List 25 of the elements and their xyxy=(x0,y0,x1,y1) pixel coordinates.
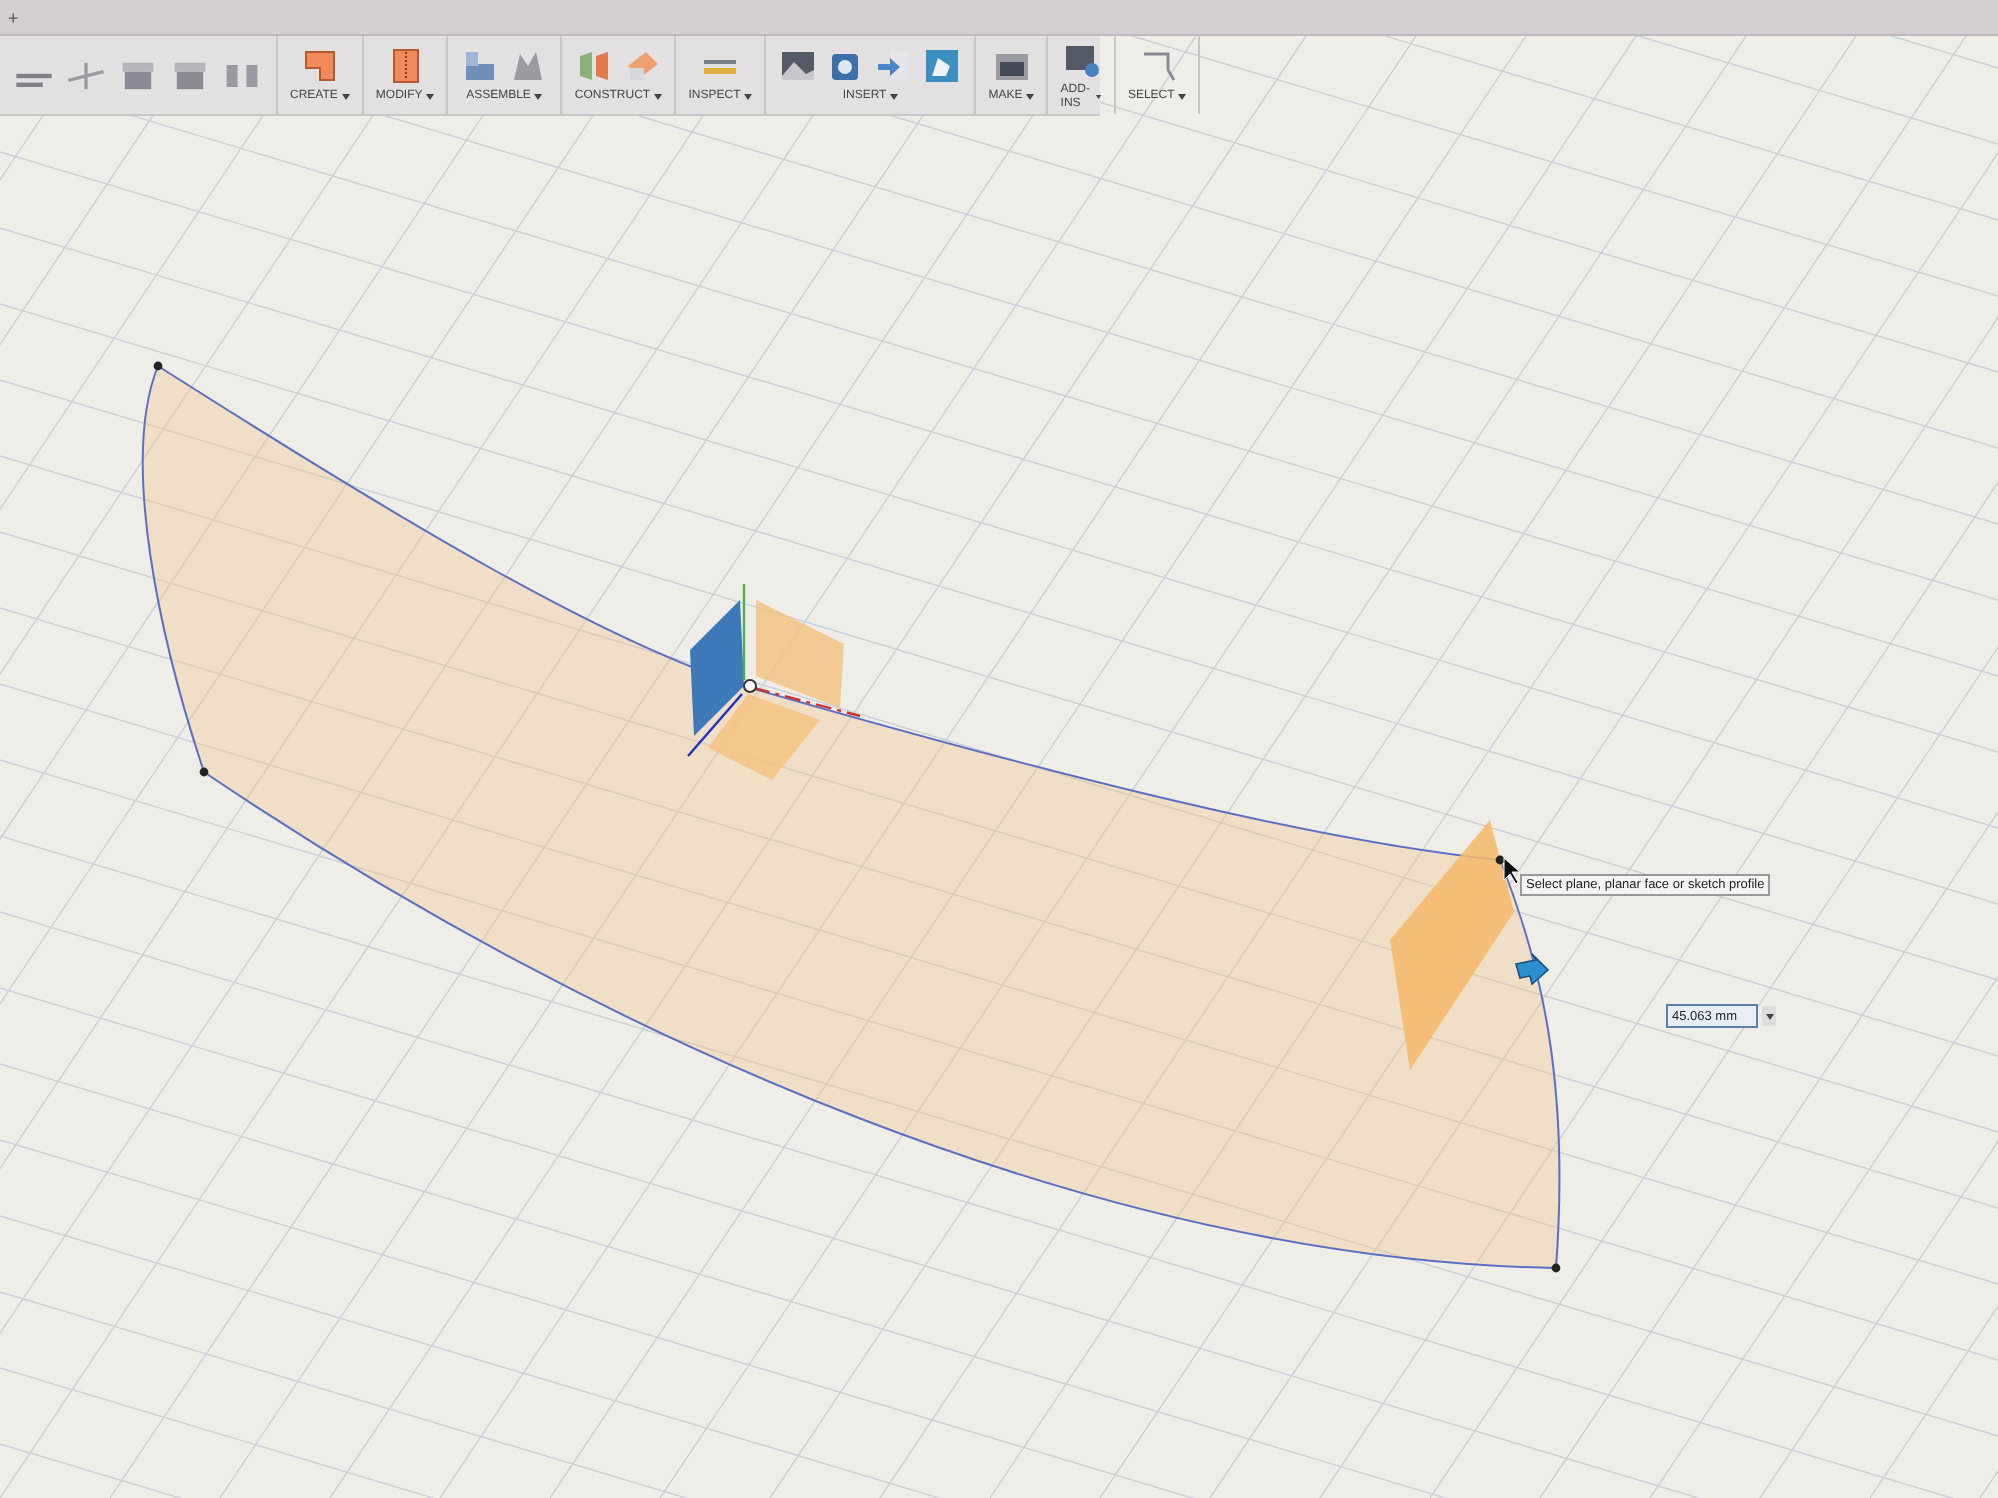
cursor-icon xyxy=(1503,857,1521,885)
plane xyxy=(756,600,844,708)
axis xyxy=(742,584,746,680)
caret-icon xyxy=(341,94,350,100)
caret-icon xyxy=(1765,1013,1773,1019)
caret-icon xyxy=(1178,94,1187,100)
tool-icon[interactable] xyxy=(778,46,819,86)
axis xyxy=(753,686,861,718)
tool-icon[interactable] xyxy=(922,46,963,86)
caret-icon xyxy=(426,94,435,100)
sketch-point xyxy=(153,361,163,371)
sketch-point xyxy=(1551,1263,1561,1273)
axis xyxy=(687,693,743,757)
sketch-point xyxy=(199,767,209,777)
arrow-icon[interactable] xyxy=(1515,953,1550,986)
caret-icon xyxy=(1026,94,1035,100)
dropdown-button[interactable] xyxy=(1762,1006,1776,1026)
caret-icon xyxy=(1096,94,1102,100)
caret-icon xyxy=(890,94,899,100)
caret-icon xyxy=(744,94,753,100)
caret-icon xyxy=(654,94,663,100)
new-tab-button[interactable]: + xyxy=(8,7,19,27)
caret-icon xyxy=(534,94,543,100)
tool-icon[interactable] xyxy=(299,46,340,86)
origin-point xyxy=(743,679,757,693)
